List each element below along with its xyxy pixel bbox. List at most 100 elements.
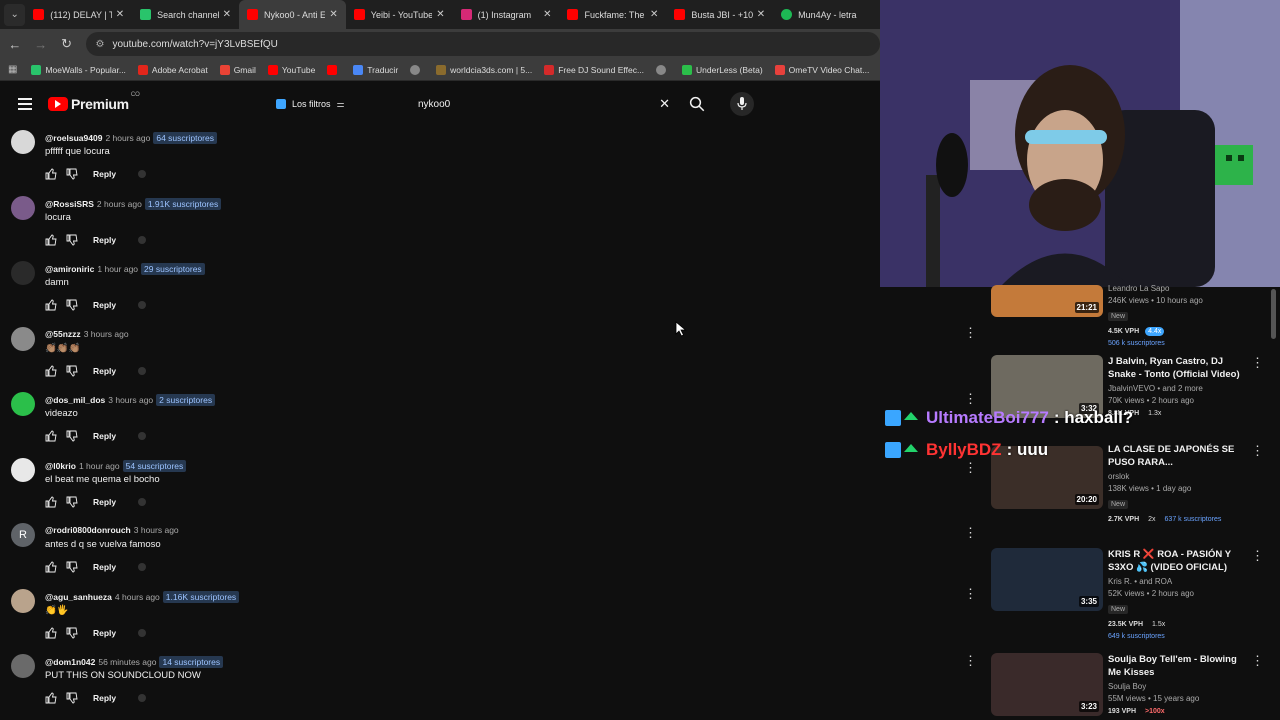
browser-tab[interactable]: (1) Instagram ✕: [453, 0, 560, 29]
comment-author[interactable]: @rodri0800donrouch: [45, 525, 131, 535]
close-tab-icon[interactable]: ✕: [116, 9, 124, 20]
avatar[interactable]: [11, 261, 35, 285]
video-thumbnail[interactable]: 21:21: [991, 285, 1103, 317]
dislike-icon[interactable]: [66, 299, 78, 311]
avatar[interactable]: [11, 457, 35, 482]
comment-author[interactable]: @55nzzz: [45, 329, 81, 339]
channel-name[interactable]: orslok: [1108, 472, 1248, 481]
video-title[interactable]: KRIS R ❌ ROA - PASIÓN Y S3XO 💦 (VIDEO OF…: [1108, 548, 1248, 574]
search-input[interactable]: nykoo0 ✕: [408, 93, 678, 115]
comment-time[interactable]: 3 hours ago: [84, 329, 129, 339]
extension-dot-icon[interactable]: [138, 694, 147, 702]
more-options-icon[interactable]: ⋮: [1251, 355, 1264, 371]
like-icon[interactable]: [45, 496, 57, 508]
like-icon[interactable]: [45, 365, 57, 377]
bookmark-item[interactable]: MoeWalls - Popular...: [31, 64, 126, 75]
comment-time[interactable]: 1 hour ago: [97, 264, 138, 274]
search-icon[interactable]: [688, 95, 706, 113]
bookmark-item[interactable]: UnderLess (Beta): [682, 64, 763, 75]
more-options-icon[interactable]: ⋮: [964, 325, 977, 341]
bookmark-item[interactable]: [656, 64, 670, 75]
url-field[interactable]: ⚙ youtube.com/watch?v=jY3LvBSEfQU: [85, 32, 880, 56]
more-options-icon[interactable]: ⋮: [1251, 443, 1264, 459]
dislike-icon[interactable]: [66, 692, 78, 704]
comment-author[interactable]: @dom1n042: [45, 657, 95, 667]
video-title[interactable]: Soulja Boy Tell'em - Blowing Me Kisses: [1108, 653, 1248, 679]
comment-time[interactable]: 3 hours ago: [134, 525, 179, 535]
avatar[interactable]: [11, 654, 35, 678]
dislike-icon[interactable]: [66, 496, 78, 508]
back-arrow-icon[interactable]: ←: [4, 33, 26, 55]
more-options-icon[interactable]: ⋮: [964, 525, 977, 541]
avatar[interactable]: [11, 588, 35, 613]
browser-tab[interactable]: Busta JBI - +1000 ✕: [666, 0, 773, 29]
comment-author[interactable]: @RossiSRS: [45, 199, 94, 209]
bookmark-item[interactable]: Traducir: [353, 64, 398, 75]
bookmark-item[interactable]: YouTube: [267, 64, 315, 75]
clear-search-icon[interactable]: ✕: [659, 96, 670, 112]
close-tab-icon[interactable]: ✕: [436, 9, 444, 20]
like-icon[interactable]: [45, 430, 57, 442]
bookmark-item[interactable]: worldcia3ds.com | 5...: [436, 64, 532, 75]
comment-time[interactable]: 56 minutes ago: [98, 657, 156, 667]
dislike-icon[interactable]: [66, 561, 78, 573]
extension-dot-icon[interactable]: [138, 301, 147, 309]
browser-tab[interactable]: Yeibi - YouTube ✕: [346, 0, 453, 29]
reload-icon[interactable]: ↻: [56, 33, 78, 55]
close-tab-icon[interactable]: ✕: [757, 9, 765, 20]
more-options-icon[interactable]: ⋮: [964, 586, 977, 602]
comment-author[interactable]: @roelsua9409: [45, 133, 102, 143]
browser-tab[interactable]: Search channels ✕: [132, 0, 239, 29]
extension-dot-icon[interactable]: [138, 628, 147, 637]
comment-author[interactable]: @l0krio: [45, 461, 76, 471]
reply-button[interactable]: Reply: [93, 431, 116, 441]
dislike-icon[interactable]: [66, 365, 78, 377]
reply-button[interactable]: Reply: [93, 366, 116, 376]
extension-dot-icon[interactable]: [138, 235, 147, 244]
avatar[interactable]: R: [11, 523, 35, 547]
comment-time[interactable]: 2 hours ago: [97, 199, 142, 209]
scrollbar[interactable]: [1271, 289, 1276, 339]
video-thumbnail[interactable]: 3:35: [991, 548, 1103, 611]
comment-author[interactable]: @amironiric: [45, 264, 94, 274]
bookmark-item[interactable]: [410, 64, 424, 75]
close-tab-icon[interactable]: ✕: [223, 9, 231, 20]
filters-button[interactable]: Los filtros ⚌: [270, 94, 351, 114]
dislike-icon[interactable]: [66, 168, 78, 180]
microphone-button[interactable]: [730, 92, 754, 116]
video-title[interactable]: J Balvin, Ryan Castro, DJ Snake - Tonto …: [1108, 355, 1248, 381]
bookmark-item[interactable]: Free DJ Sound Effec...: [544, 64, 644, 75]
avatar[interactable]: [11, 392, 35, 416]
bookmark-item[interactable]: Gmail: [219, 64, 256, 75]
like-icon[interactable]: [45, 168, 57, 180]
like-icon[interactable]: [45, 299, 57, 311]
reply-button[interactable]: Reply: [93, 628, 116, 638]
dislike-icon[interactable]: [66, 430, 78, 442]
more-options-icon[interactable]: ⋮: [964, 653, 977, 669]
reply-button[interactable]: Reply: [93, 497, 116, 507]
dislike-icon[interactable]: [66, 627, 78, 639]
avatar[interactable]: [11, 130, 35, 154]
close-tab-icon[interactable]: ✕: [329, 9, 337, 20]
avatar[interactable]: [11, 326, 35, 351]
close-tab-icon[interactable]: ✕: [650, 9, 658, 20]
channel-name[interactable]: Soulja Boy: [1108, 682, 1248, 691]
extension-dot-icon[interactable]: [138, 563, 147, 571]
comment-author[interactable]: @dos_mil_dos: [45, 395, 105, 405]
comment-time[interactable]: 1 hour ago: [79, 461, 120, 471]
menu-icon[interactable]: [18, 98, 32, 110]
extension-dot-icon[interactable]: [138, 170, 147, 178]
extension-dot-icon[interactable]: [138, 432, 147, 440]
forward-arrow-icon[interactable]: →: [30, 33, 52, 55]
comment-author[interactable]: @agu_sanhueza: [45, 592, 112, 602]
like-icon[interactable]: [45, 561, 57, 573]
comment-time[interactable]: 4 hours ago: [115, 592, 160, 602]
browser-tab[interactable]: Mun4Ay - letra: [773, 0, 880, 29]
reply-button[interactable]: Reply: [93, 169, 116, 179]
like-icon[interactable]: [45, 692, 57, 704]
extension-dot-icon[interactable]: [138, 366, 147, 375]
more-options-icon[interactable]: ⋮: [1251, 548, 1264, 564]
video-thumbnail[interactable]: 3:23: [991, 653, 1103, 716]
bookmark-item[interactable]: OmeTV Video Chat...: [774, 64, 869, 75]
dislike-icon[interactable]: [66, 234, 78, 246]
